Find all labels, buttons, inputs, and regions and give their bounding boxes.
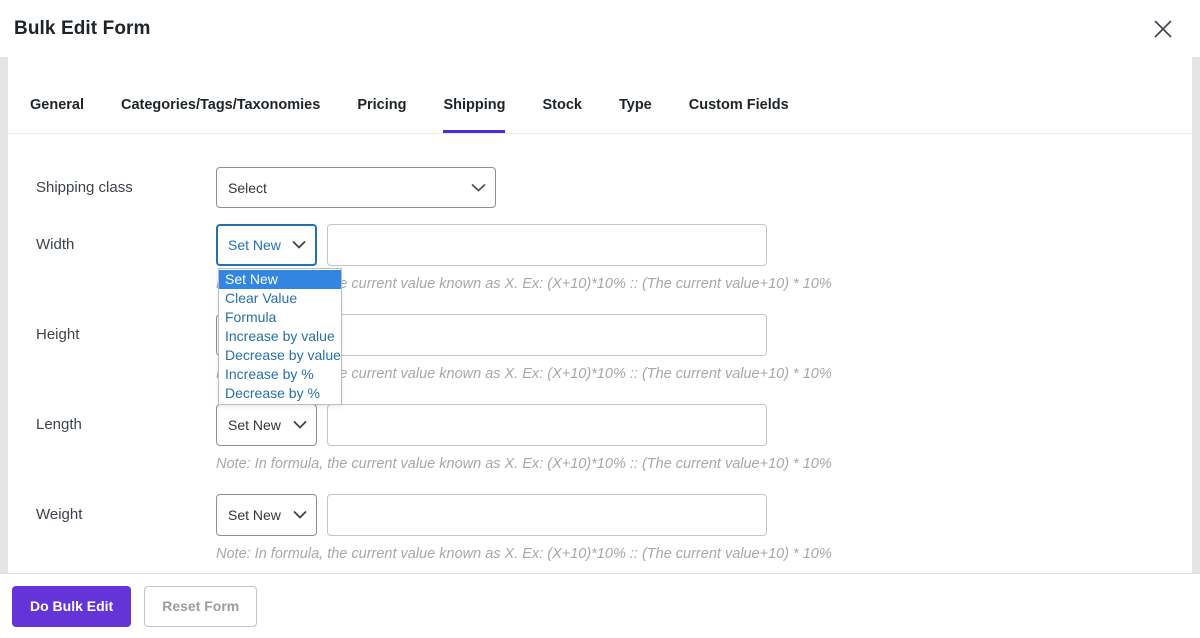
chevron-down-icon <box>293 511 307 520</box>
length-formula-note: Note: In formula, the current value know… <box>216 456 832 472</box>
shipping-class-row: Shipping class Select <box>36 167 1172 208</box>
tab-bar: General Categories/Tags/Taxonomies Prici… <box>8 57 1192 134</box>
tab-categories-tags-taxonomies[interactable]: Categories/Tags/Taxonomies <box>121 97 320 133</box>
bulk-edit-modal: Bulk Edit Form General Categories/Tags/T… <box>0 0 1200 638</box>
width-mode-selected-value: Set New <box>228 237 281 253</box>
modal-body-shell: General Categories/Tags/Taxonomies Prici… <box>0 57 1200 573</box>
height-value-input[interactable] <box>327 314 767 356</box>
width-mode-dropdown-list: Set New Clear Value Formula Increase by … <box>218 268 342 405</box>
width-value-input[interactable] <box>327 224 767 266</box>
close-button[interactable] <box>1146 12 1180 46</box>
modal-body: General Categories/Tags/Taxonomies Prici… <box>8 57 1192 573</box>
weight-value-input[interactable] <box>327 494 767 536</box>
weight-row: Weight Set New Note: In formula, the cur… <box>36 494 1172 562</box>
width-row: Width Set New Note: In formula, the curr… <box>36 224 1172 405</box>
length-label: Length <box>36 416 82 433</box>
close-icon <box>1150 16 1176 42</box>
tab-general[interactable]: General <box>30 97 84 133</box>
reset-form-button[interactable]: Reset Form <box>144 585 258 627</box>
dropdown-option-increase-by-value[interactable]: Increase by value <box>219 327 341 346</box>
weight-label: Weight <box>36 506 83 523</box>
width-label: Width <box>36 236 75 253</box>
dropdown-option-decrease-by-percent[interactable]: Decrease by % <box>219 384 341 403</box>
page-title: Bulk Edit Form <box>14 17 151 39</box>
tab-pricing[interactable]: Pricing <box>357 97 406 133</box>
tab-stock[interactable]: Stock <box>542 97 582 133</box>
dropdown-option-clear-value[interactable]: Clear Value <box>219 289 341 308</box>
shipping-class-select[interactable]: Select <box>216 167 496 208</box>
height-label: Height <box>36 326 80 343</box>
dropdown-option-formula[interactable]: Formula <box>219 308 341 327</box>
tab-shipping[interactable]: Shipping <box>443 97 506 133</box>
tab-custom-fields[interactable]: Custom Fields <box>689 97 789 133</box>
weight-formula-note: Note: In formula, the current value know… <box>216 546 832 562</box>
dropdown-option-increase-by-percent[interactable]: Increase by % <box>219 365 341 384</box>
length-mode-selected-value: Set New <box>228 417 281 433</box>
length-mode-select[interactable]: Set New <box>216 404 317 446</box>
shipping-tab-panel: Shipping class Select Width Set New Note… <box>8 134 1192 562</box>
height-row: Height Set New Note: In formula, the <box>36 314 1172 382</box>
modal-footer: Do Bulk Edit Reset Form <box>0 573 1200 638</box>
width-mode-select[interactable]: Set New <box>216 224 317 266</box>
shipping-class-selected-value: Select <box>228 179 267 196</box>
chevron-down-icon <box>292 241 306 250</box>
do-bulk-edit-button[interactable]: Do Bulk Edit <box>12 585 132 627</box>
dropdown-option-decrease-by-value[interactable]: Decrease by value <box>219 346 341 365</box>
length-value-input[interactable] <box>327 404 767 446</box>
weight-mode-selected-value: Set New <box>228 507 281 523</box>
modal-header: Bulk Edit Form <box>0 0 1200 57</box>
chevron-down-icon <box>471 183 486 192</box>
length-row: Length Set New Note: In formula, the cur… <box>36 404 1172 472</box>
weight-mode-select[interactable]: Set New <box>216 494 317 536</box>
shipping-class-label: Shipping class <box>36 179 133 196</box>
tab-type[interactable]: Type <box>619 97 652 133</box>
dropdown-option-set-new[interactable]: Set New <box>219 270 341 289</box>
chevron-down-icon <box>293 421 307 430</box>
